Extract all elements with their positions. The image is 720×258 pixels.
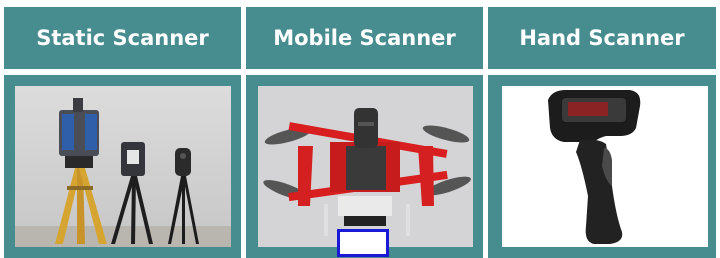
header-label: Hand Scanner [519, 26, 685, 50]
header-label: Mobile Scanner [273, 26, 456, 50]
cell-static-scanner [4, 75, 241, 258]
cell-mobile-scanner [246, 75, 483, 258]
mobile-scanner-image [258, 86, 473, 247]
cell-hand-scanner [488, 75, 716, 258]
tripod-laser-scanner-icon [15, 86, 231, 247]
selection-marker [337, 229, 389, 257]
hand-scanner-image [502, 86, 708, 247]
header-mobile-scanner: Mobile Scanner [246, 7, 483, 69]
handheld-barcode-scanner-icon [502, 86, 708, 247]
header-hand-scanner: Hand Scanner [488, 7, 716, 69]
header-label: Static Scanner [36, 26, 209, 50]
drone-scanner-icon [258, 86, 473, 247]
scanner-comparison-table: Static Scanner Mobile Scanner Hand Scann… [0, 0, 720, 258]
static-scanner-image [15, 86, 231, 247]
header-static-scanner: Static Scanner [4, 7, 241, 69]
